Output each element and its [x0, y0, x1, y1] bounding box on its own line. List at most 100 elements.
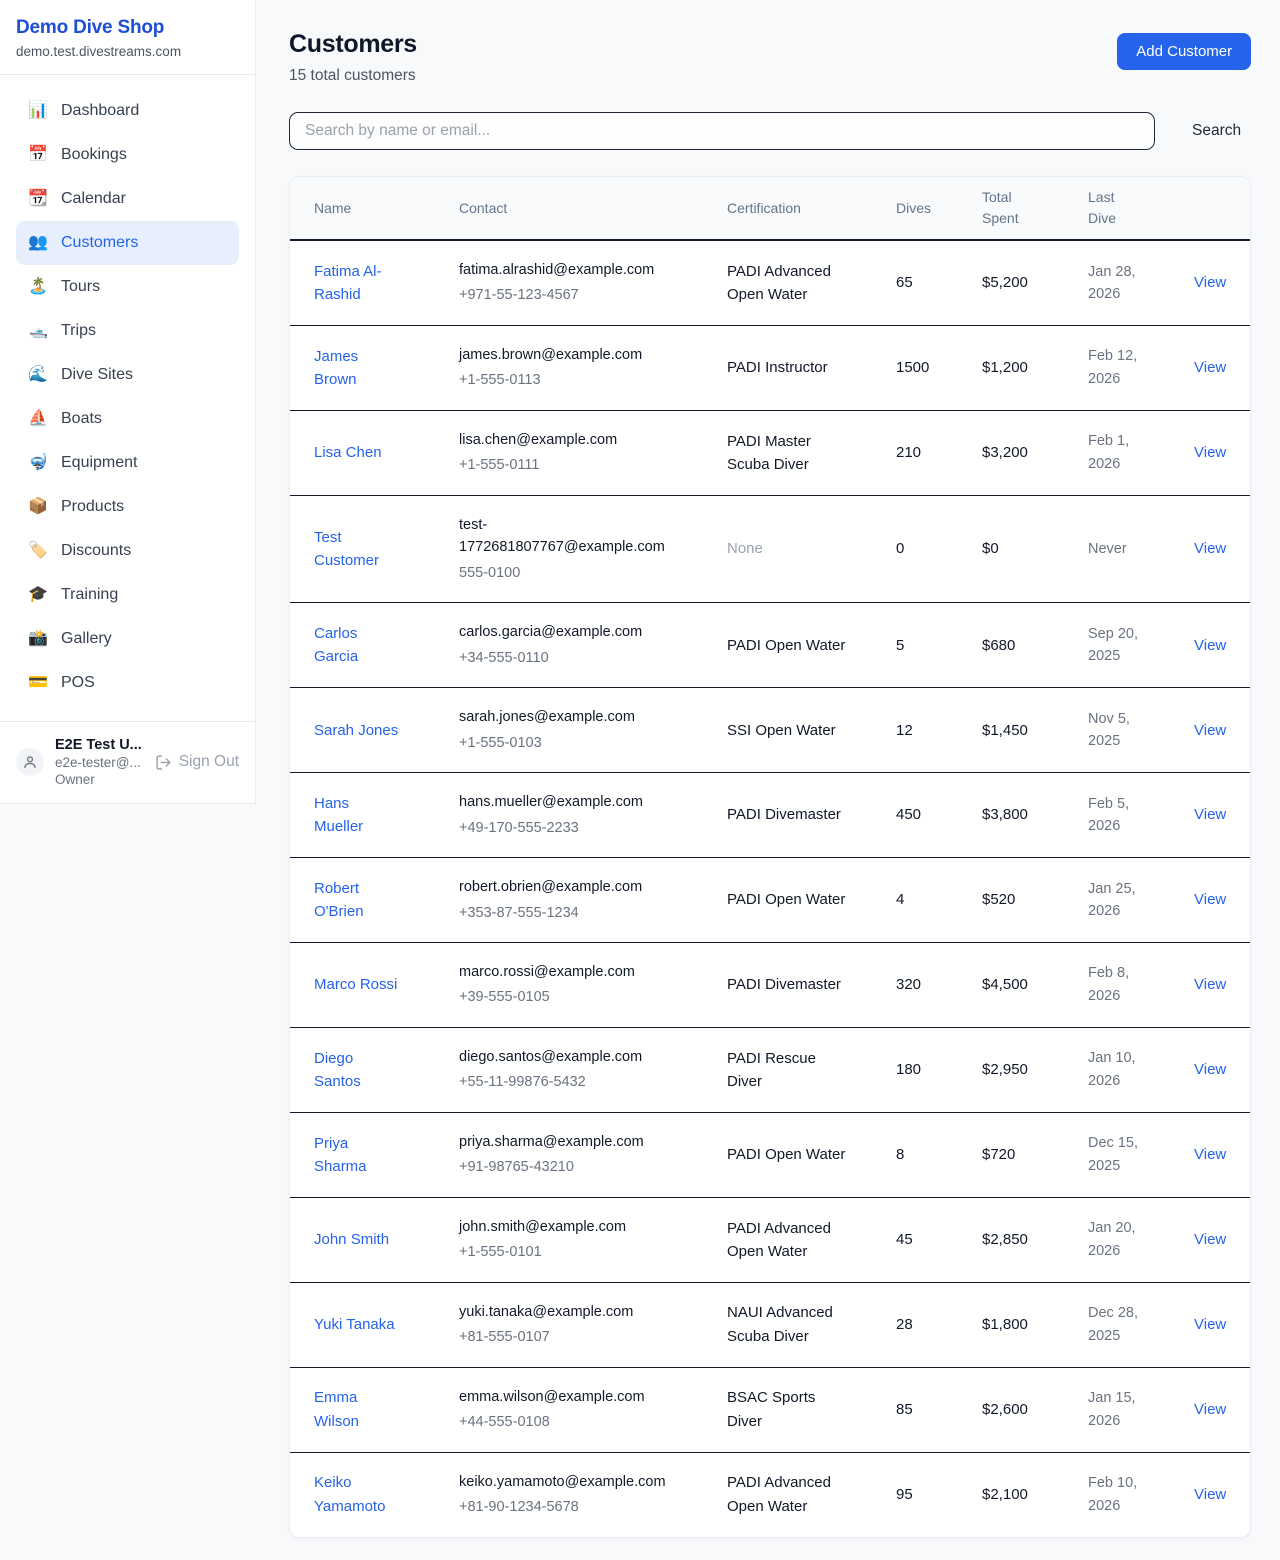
sidebar-item-training[interactable]: 🎓Training [16, 573, 239, 617]
sidebar-item-label: Discounts [61, 542, 131, 560]
sidebar-item-discounts[interactable]: 🏷️Discounts [16, 529, 239, 573]
sidebar-item-products[interactable]: 📦Products [16, 485, 239, 529]
customer-phone: +353-87-555-1234 [459, 902, 715, 924]
last-dive-cell: Jan 25, 2026 [1088, 860, 1158, 941]
contact-cell: yuki.tanaka@example.com+81-555-0107 [459, 1283, 727, 1367]
sidebar-item-gallery[interactable]: 📸Gallery [16, 617, 239, 661]
customer-name-link[interactable]: Hans Mueller [314, 792, 400, 839]
sidebar-item-label: Training [61, 586, 118, 604]
contact-cell: diego.santos@example.com+55-11-99876-543… [459, 1028, 727, 1112]
dives-cell: 28 [896, 1295, 982, 1354]
sidebar-item-pos[interactable]: 💳POS [16, 661, 239, 705]
sign-out-button[interactable]: Sign Out [155, 753, 239, 771]
sidebar-item-dive-sites[interactable]: 🌊Dive Sites [16, 353, 239, 397]
actions-cell: View [1194, 701, 1250, 760]
name-cell: John Smith [290, 1210, 459, 1269]
customer-name-link[interactable]: Marco Rossi [314, 973, 397, 996]
total-spent-cell: $1,450 [982, 701, 1088, 760]
customer-phone: +39-555-0105 [459, 986, 715, 1008]
customer-name-link[interactable]: Robert O'Brien [314, 877, 400, 924]
certification: PADI Open Water [727, 888, 845, 911]
view-link[interactable]: View [1194, 1146, 1226, 1163]
view-link[interactable]: View [1194, 637, 1226, 654]
contact-cell: sarah.jones@example.com+1-555-0103 [459, 688, 727, 772]
customer-name-link[interactable]: Emma Wilson [314, 1386, 400, 1433]
contact-cell: fatima.alrashid@example.com+971-55-123-4… [459, 241, 727, 325]
customer-email: lisa.chen@example.com [459, 429, 671, 451]
sidebar-item-tours[interactable]: 🏝️Tours [16, 265, 239, 309]
customer-name-link[interactable]: Fatima Al-Rashid [314, 260, 400, 307]
contact-cell: john.smith@example.com+1-555-0101 [459, 1198, 727, 1282]
view-link[interactable]: View [1194, 1486, 1226, 1503]
view-link[interactable]: View [1194, 806, 1226, 823]
name-cell: Yuki Tanaka [290, 1295, 459, 1354]
name-cell: Lisa Chen [290, 423, 459, 482]
view-link[interactable]: View [1194, 976, 1226, 993]
customer-name-link[interactable]: Keiko Yamamoto [314, 1471, 400, 1518]
table-row: James Brown james.brown@example.com +1-555… [290, 326, 1250, 411]
certification-cell: PADI Advanced Open Water [727, 242, 896, 325]
contact-cell: test-1772681807767@example.com555-0100 [459, 496, 727, 602]
view-link[interactable]: View [1194, 722, 1226, 739]
sidebar-item-bookings[interactable]: 📅Bookings [16, 133, 239, 177]
customer-phone: +91-98765-43210 [459, 1156, 715, 1178]
table-row: Carlos Garciacarlos.garcia@example.com+3… [290, 603, 1250, 688]
certification: NAUI Advanced Scuba Diver [727, 1301, 849, 1348]
contact-cell: keiko.yamamoto@example.com+81-90-1234-56… [459, 1453, 727, 1537]
sidebar-item-boats[interactable]: ⛵Boats [16, 397, 239, 441]
sidebar-item-dashboard[interactable]: 📊Dashboard [16, 89, 239, 133]
sidebar-item-label: Calendar [61, 190, 126, 208]
sidebar-item-equipment[interactable]: 🤿Equipment [16, 441, 239, 485]
actions-cell: View [1194, 1040, 1250, 1099]
customer-phone: +1-555-0103 [459, 732, 715, 754]
certification: BSAC Sports Diver [727, 1386, 849, 1433]
search-input[interactable] [289, 112, 1155, 150]
total-spent-cell: $520 [982, 870, 1088, 929]
sidebar-item-trips[interactable]: 🛥️Trips [16, 309, 239, 353]
package-icon: 📦 [28, 499, 48, 515]
name-cell: Carlos Garcia [290, 604, 459, 687]
search-button[interactable]: Search [1182, 114, 1251, 148]
customer-name-link[interactable]: Sarah Jones [314, 719, 398, 742]
view-link[interactable]: View [1194, 274, 1226, 291]
table-row: Keiko Yamamoto keiko.yamamoto@example.com… [290, 1453, 1250, 1537]
customer-phone: +1-555-0113 [459, 369, 715, 391]
customer-name-link[interactable]: Priya Sharma [314, 1132, 400, 1179]
customer-name-link[interactable]: Lisa Chen [314, 441, 382, 464]
customer-phone: +81-90-1234-5678 [459, 1496, 715, 1518]
contact-cell: robert.obrien@example.com+353-87-555-123… [459, 858, 727, 942]
view-link[interactable]: View [1194, 1061, 1226, 1078]
sidebar-item-calendar[interactable]: 📆Calendar [16, 177, 239, 221]
customer-name-link[interactable]: James Brown [314, 345, 400, 392]
customer-email: james.brown@example.com [459, 344, 671, 366]
actions-cell: View [1194, 519, 1250, 578]
table-row: Fatima Al-Rashid fatima.alrashid@example.… [290, 241, 1250, 326]
add-customer-button[interactable]: Add Customer [1117, 33, 1251, 70]
customer-email: hans.mueller@example.com [459, 791, 671, 813]
customer-name-link[interactable]: Diego Santos [314, 1047, 400, 1094]
search-bar: Search [289, 112, 1251, 150]
last-dive-cell: Feb 10, 2026 [1088, 1454, 1158, 1535]
certification-cell: None [727, 519, 896, 578]
sidebar-item-customers[interactable]: 👥Customers [16, 221, 239, 265]
credit-card-icon: 💳 [28, 675, 48, 691]
certification: PADI Instructor [727, 356, 828, 379]
view-link[interactable]: View [1194, 540, 1226, 557]
view-link[interactable]: View [1194, 359, 1226, 376]
total-spent-cell: $2,600 [982, 1380, 1088, 1439]
view-link[interactable]: View [1194, 1316, 1226, 1333]
view-link[interactable]: View [1194, 444, 1226, 461]
table-row: Diego Santos diego.santos@example.com+55-… [290, 1028, 1250, 1113]
view-link[interactable]: View [1194, 1401, 1226, 1418]
shop-name[interactable]: Demo Dive Shop [16, 17, 239, 39]
customer-name-link[interactable]: Test Customer [314, 526, 400, 573]
customer-name-link[interactable]: Yuki Tanaka [314, 1313, 395, 1336]
certification: PADI Divemaster [727, 803, 841, 826]
customer-phone: +44-555-0108 [459, 1411, 715, 1433]
dives-cell: 95 [896, 1465, 982, 1524]
customer-name-link[interactable]: Carlos Garcia [314, 622, 400, 669]
view-link[interactable]: View [1194, 891, 1226, 908]
view-link[interactable]: View [1194, 1231, 1226, 1248]
customer-name-link[interactable]: John Smith [314, 1228, 389, 1251]
last-dive-cell: Feb 5, 2026 [1088, 775, 1158, 856]
